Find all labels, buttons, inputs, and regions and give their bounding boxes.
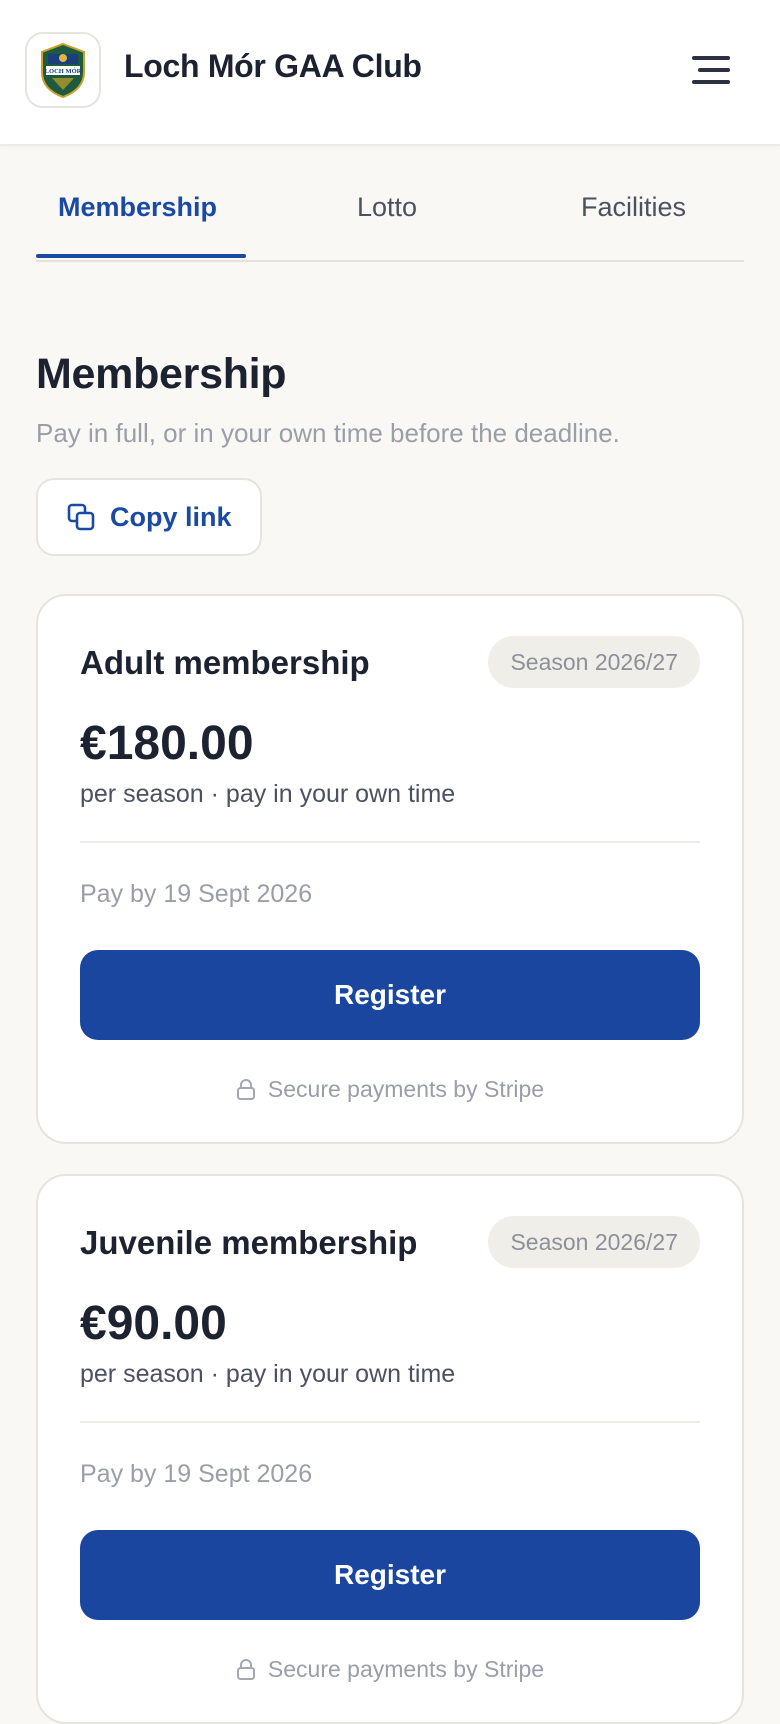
menu-line — [692, 56, 730, 60]
hamburger-menu-icon[interactable] — [682, 50, 734, 90]
active-tab-indicator — [36, 254, 246, 258]
tab-lotto[interactable]: Lotto — [357, 192, 417, 223]
membership-title: Adult membership — [80, 644, 370, 681]
tab-membership[interactable]: Membership — [58, 192, 217, 223]
season-badge: Season 2026/27 — [488, 1216, 700, 1268]
page-subtitle: Pay in full, or in your own time before … — [36, 418, 620, 448]
copy-icon — [67, 503, 95, 531]
secure-payments-note: Secure payments by Stripe — [38, 1076, 742, 1103]
payment-deadline: Pay by 19 Sept 2026 — [80, 1460, 313, 1488]
register-button[interactable]: Register — [80, 1530, 700, 1620]
menu-line — [692, 80, 730, 84]
membership-card-adult: Adult membership Season 2026/27 €180.00 … — [36, 594, 744, 1144]
register-button[interactable]: Register — [80, 950, 700, 1040]
membership-title: Juvenile membership — [80, 1224, 418, 1261]
lock-icon — [236, 1078, 255, 1100]
membership-price: €90.00 — [80, 1297, 227, 1350]
top-bar: LOCH MÓR Loch Mór GAA Club — [0, 0, 780, 146]
copy-link-button[interactable]: Copy link — [36, 478, 262, 556]
secure-payments-label: Secure payments by Stripe — [267, 1076, 545, 1102]
lock-icon — [236, 1658, 255, 1680]
price-note: per season · pay in your own time — [80, 1360, 456, 1388]
menu-line — [698, 68, 730, 72]
logo-text: LOCH MÓR — [45, 67, 82, 75]
membership-card-juvenile: Juvenile membership Season 2026/27 €90.0… — [36, 1174, 744, 1724]
season-badge: Season 2026/27 — [488, 636, 700, 688]
payment-deadline: Pay by 19 Sept 2026 — [80, 880, 313, 908]
price-note: per season · pay in your own time — [80, 780, 456, 808]
secure-payments-label: Secure payments by Stripe — [267, 1656, 545, 1682]
secure-payments-note: Secure payments by Stripe — [38, 1656, 742, 1683]
club-name: Loch Mór GAA Club — [124, 48, 422, 84]
page-title: Membership — [36, 350, 287, 398]
club-logo[interactable]: LOCH MÓR — [25, 32, 101, 108]
copy-link-label: Copy link — [110, 501, 232, 532]
club-crest-icon: LOCH MÓR — [41, 42, 85, 98]
divider — [80, 841, 700, 843]
section-tabs: Membership Lotto Facilities — [36, 176, 744, 262]
tab-facilities[interactable]: Facilities — [581, 192, 686, 223]
divider — [80, 1421, 700, 1423]
membership-price: €180.00 — [80, 717, 254, 770]
